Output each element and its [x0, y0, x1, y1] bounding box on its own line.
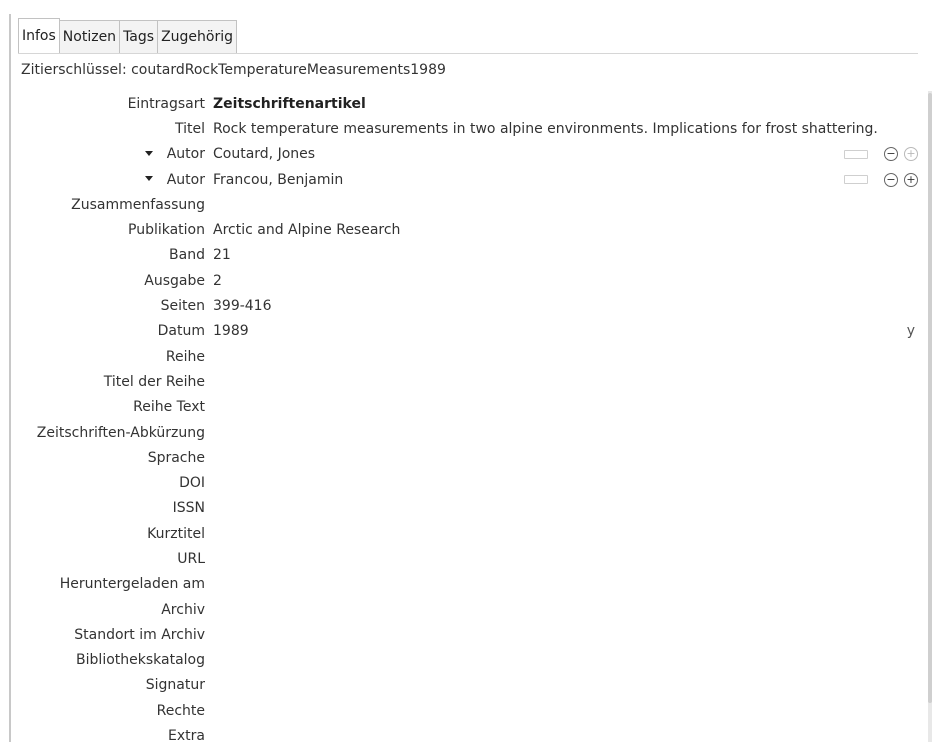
issue-field[interactable]: 2 — [213, 273, 222, 289]
field-label: Ausgabe — [144, 272, 205, 289]
creator-name-field[interactable]: Coutard, Jones — [213, 146, 315, 162]
chevron-down-icon[interactable] — [144, 176, 153, 182]
field-label: DOI — [179, 475, 205, 492]
tab-notizen[interactable]: Notizen — [59, 20, 121, 54]
field-row-issue: Ausgabe 2 — [0, 268, 932, 293]
date-field[interactable]: 1989 — [213, 323, 249, 339]
creator-type-menu[interactable]: Autor — [0, 146, 205, 162]
minus-circle-icon[interactable]: − — [884, 147, 898, 162]
creator-name-field[interactable]: Francou, Benjamin — [213, 172, 343, 188]
field-label: Signatur — [145, 677, 205, 694]
field-row-call-number: Signatur — [0, 673, 932, 698]
field-row-issn: ISSN — [0, 496, 932, 521]
field-row-series-text: Reihe Text — [0, 395, 932, 420]
volume-field[interactable]: 21 — [213, 247, 231, 263]
creator-type-label: Autor — [166, 146, 205, 163]
creator-type-label: Autor — [166, 171, 205, 188]
creator-row: Autor Coutard, Jones − + — [0, 142, 932, 167]
field-label: Datum — [157, 323, 205, 340]
field-label: Seiten — [160, 298, 205, 315]
creator-type-menu[interactable]: Autor — [0, 172, 205, 188]
field-label: Eintragsart — [127, 95, 205, 112]
field-row-extra: Extra — [0, 723, 932, 748]
field-row-journal-abbr: Zeitschriften-Abkürzung — [0, 420, 932, 445]
chevron-down-icon[interactable] — [144, 150, 153, 156]
info-fields: Eintragsart Zeitschriftenartikel Titel R… — [0, 91, 932, 749]
creator-tools: − + — [844, 147, 918, 162]
field-row-pages: Seiten 399-416 — [0, 293, 932, 318]
field-row-publication: Publikation Arctic and Alpine Research — [0, 217, 932, 242]
date-format-indicator: y — [906, 323, 915, 340]
item-pane: Infos Notizen Tags Zugehörig Zitierschlü… — [0, 0, 932, 744]
publication-field[interactable]: Arctic and Alpine Research — [213, 222, 400, 238]
field-label: Archiv — [161, 601, 205, 618]
field-row-rights: Rechte — [0, 698, 932, 723]
plus-circle-icon[interactable]: + — [904, 172, 918, 187]
field-row-url: URL — [0, 546, 932, 571]
field-row-item-type: Eintragsart Zeitschriftenartikel — [0, 91, 932, 116]
field-row-language: Sprache — [0, 445, 932, 470]
field-label: Zeitschriften-Abkürzung — [36, 424, 205, 441]
field-label: Reihe Text — [133, 399, 205, 416]
field-label: ISSN — [172, 500, 205, 517]
scrollbar-thumb[interactable] — [928, 93, 932, 703]
creator-row: Autor Francou, Benjamin − + — [0, 167, 932, 192]
field-label: Standort im Archiv — [74, 626, 205, 643]
pages-field[interactable]: 399-416 — [213, 298, 272, 314]
field-row-title: Titel Rock temperature measurements in t… — [0, 116, 932, 141]
field-label: Rechte — [156, 702, 205, 719]
field-label: Heruntergeladen am — [59, 576, 205, 593]
field-row-archive-location: Standort im Archiv — [0, 622, 932, 647]
plus-circle-icon[interactable]: + — [904, 147, 918, 162]
field-label: Band — [169, 247, 205, 264]
title-field[interactable]: Rock temperature measurements in two alp… — [213, 121, 878, 137]
tabbar-divider — [18, 53, 918, 54]
field-label: Titel der Reihe — [103, 373, 205, 390]
field-label: Sprache — [147, 449, 205, 466]
field-label: Kurztitel — [147, 525, 205, 542]
swap-name-toggle-icon[interactable] — [844, 175, 868, 185]
field-row-series: Reihe — [0, 344, 932, 369]
field-row-abstract: Zusammenfassung — [0, 192, 932, 217]
field-label: Zusammenfassung — [71, 196, 205, 213]
citation-key: Zitierschlüssel: coutardRockTemperatureM… — [21, 62, 446, 78]
field-label: Bibliothekskatalog — [76, 652, 205, 669]
minus-circle-icon[interactable]: − — [884, 172, 898, 187]
field-row-archive: Archiv — [0, 597, 932, 622]
field-row-date: Datum 1989 y — [0, 319, 932, 344]
item-tabbar: Infos Notizen Tags Zugehörig — [18, 18, 237, 54]
field-row-doi: DOI — [0, 470, 932, 495]
creator-tools: − + — [844, 172, 918, 187]
field-label: Titel — [174, 120, 205, 137]
field-row-series-title: Titel der Reihe — [0, 369, 932, 394]
field-row-volume: Band 21 — [0, 243, 932, 268]
field-label: Publikation — [128, 222, 205, 239]
field-row-library-catalog: Bibliothekskatalog — [0, 648, 932, 673]
field-row-accessed: Heruntergeladen am — [0, 572, 932, 597]
item-type-select[interactable]: Zeitschriftenartikel — [213, 96, 366, 112]
field-label: URL — [177, 550, 205, 567]
field-row-short-title: Kurztitel — [0, 521, 932, 546]
tab-tags[interactable]: Tags — [120, 20, 159, 54]
field-label: Reihe — [165, 348, 205, 365]
tab-infos[interactable]: Infos — [18, 18, 60, 54]
swap-name-toggle-icon[interactable] — [844, 149, 868, 159]
tab-zugehoerig[interactable]: Zugehörig — [158, 20, 237, 54]
